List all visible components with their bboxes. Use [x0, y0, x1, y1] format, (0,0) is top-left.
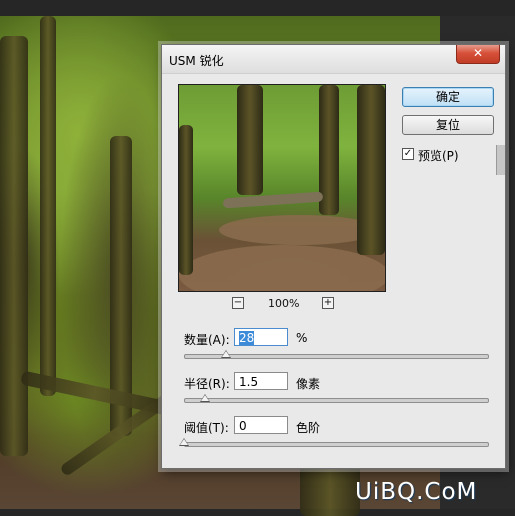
- amount-value: 28: [239, 331, 255, 345]
- amount-unit: %: [296, 331, 308, 345]
- amount-label: 数量(A):: [184, 333, 230, 347]
- close-button[interactable]: ✕: [456, 45, 500, 64]
- radius-slider-track[interactable]: [184, 398, 489, 403]
- preview-checkbox-label: 预览(P): [418, 149, 459, 163]
- reset-button[interactable]: 复位: [402, 115, 494, 135]
- radius-unit: 像素: [296, 377, 321, 391]
- dialog-title: USM 锐化: [169, 54, 224, 68]
- threshold-slider-thumb[interactable]: [179, 438, 189, 446]
- ok-button[interactable]: 确定: [402, 87, 494, 107]
- zoom-in-button[interactable]: +: [322, 297, 334, 309]
- radius-slider-thumb[interactable]: [200, 394, 211, 402]
- amount-input[interactable]: 28: [234, 328, 288, 346]
- usm-sharpen-dialog: USM 锐化 ✕ − 100% + 确定 复位 ✓ 预览(P) 数量(A): 2…: [161, 44, 506, 469]
- threshold-label: 阈值(T):: [184, 421, 229, 435]
- threshold-input[interactable]: 0: [234, 416, 288, 434]
- zoom-out-button[interactable]: −: [232, 297, 244, 309]
- amount-slider-thumb[interactable]: [221, 350, 232, 358]
- radius-input[interactable]: 1.5: [234, 372, 288, 390]
- zoom-controls: − 100% +: [232, 297, 342, 311]
- radius-label: 半径(R):: [184, 377, 230, 391]
- preview-checkbox[interactable]: ✓: [402, 148, 414, 160]
- dialog-titlebar[interactable]: USM 锐化 ✕: [162, 45, 505, 74]
- preview-image[interactable]: [178, 84, 386, 292]
- threshold-slider-track[interactable]: [184, 442, 489, 447]
- dialog-edge-scrollbar[interactable]: [496, 145, 505, 175]
- site-watermark: UiBQ.CoM: [355, 479, 478, 505]
- threshold-unit: 色阶: [296, 421, 321, 435]
- zoom-level: 100%: [268, 297, 300, 310]
